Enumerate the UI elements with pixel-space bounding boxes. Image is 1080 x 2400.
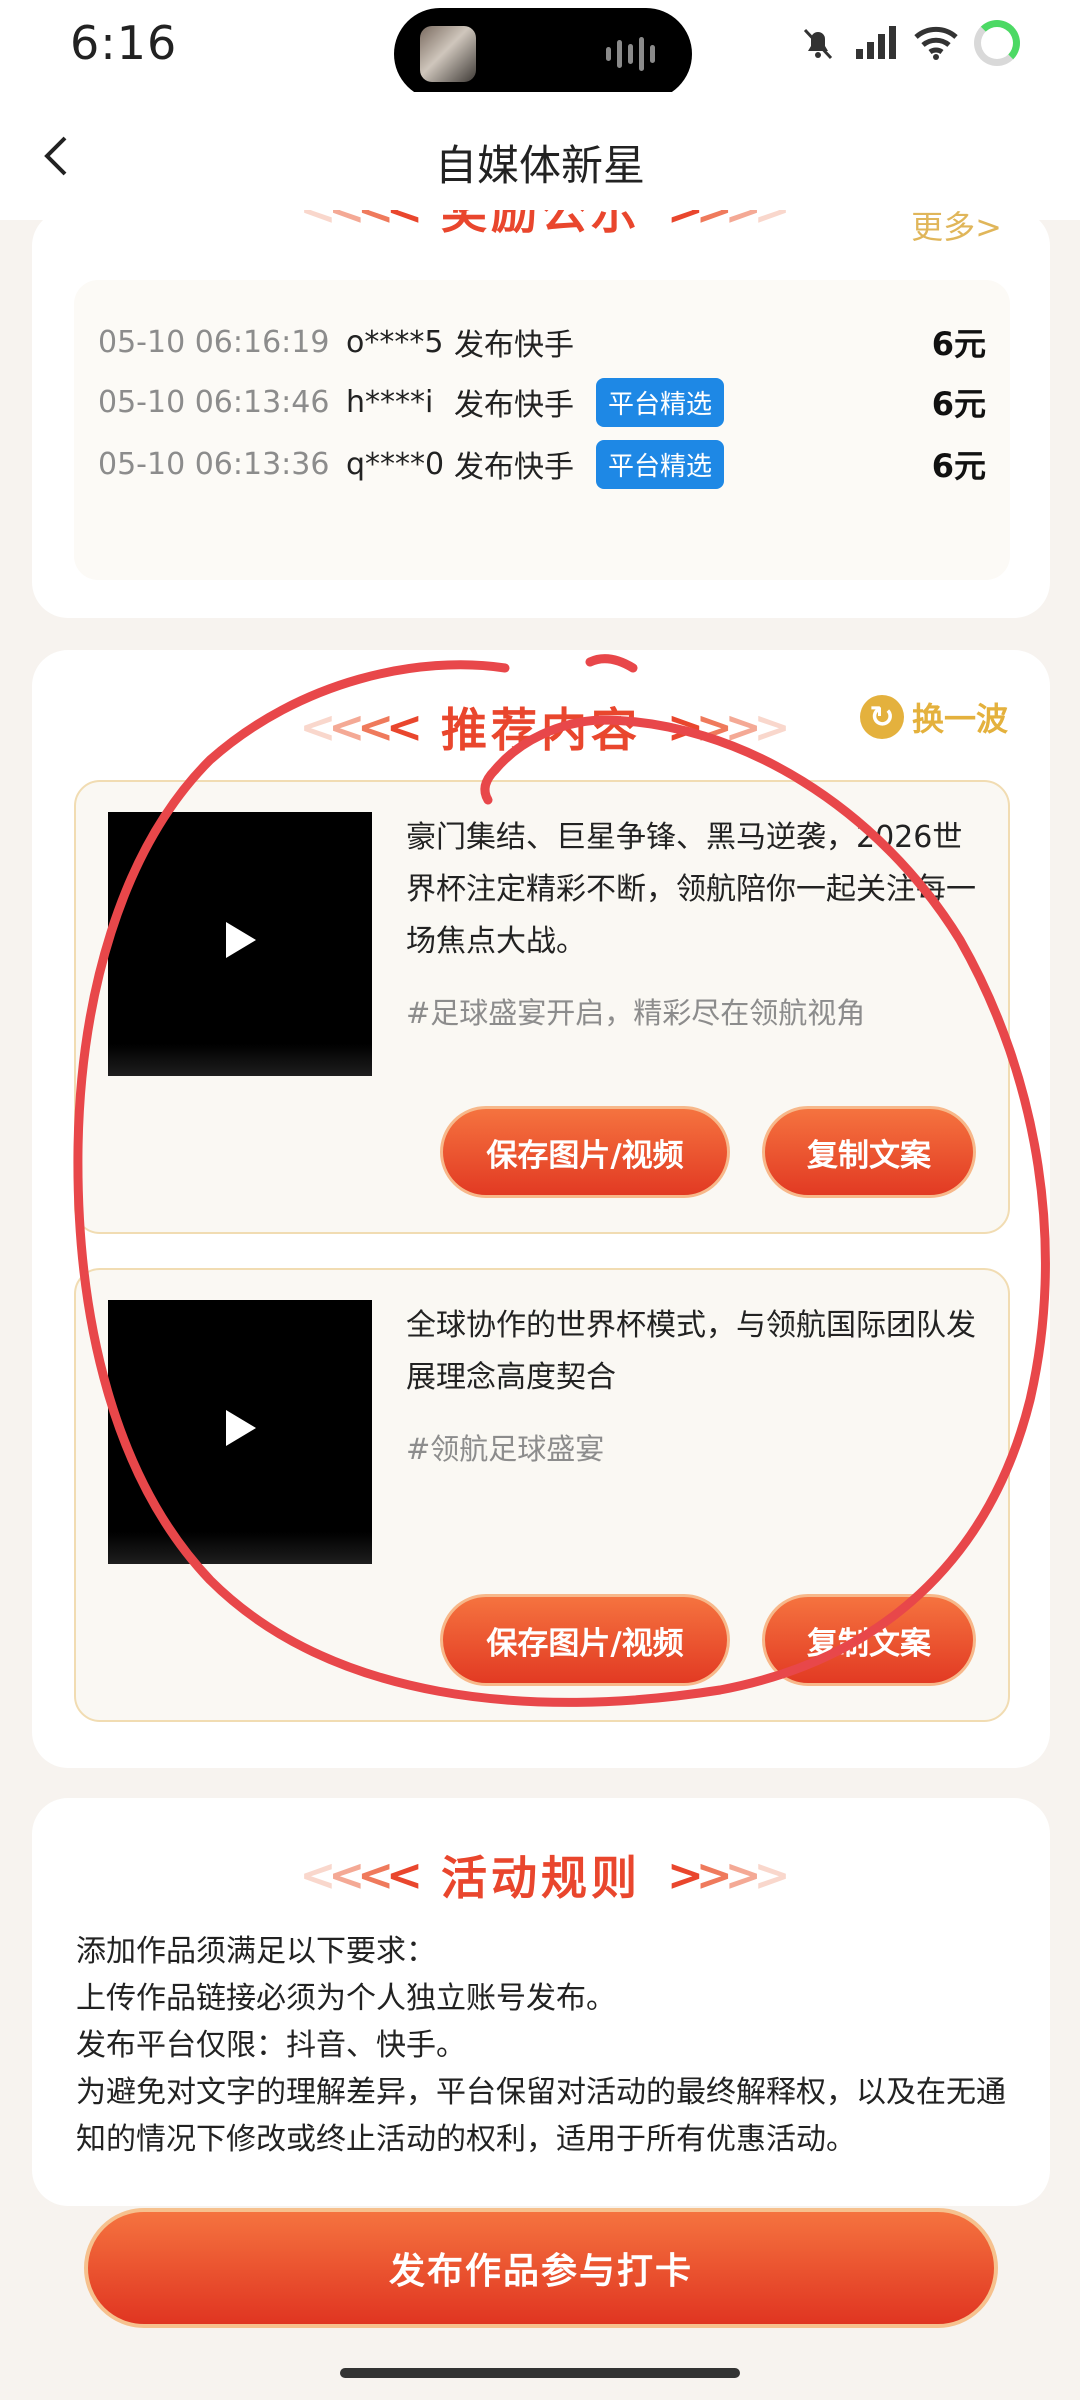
chevrons-left-icon: <<<< <box>299 1849 423 1901</box>
swap-button[interactable]: ↻ 换一波 <box>859 694 1008 740</box>
post-hashtag: #领航足球盛宴 <box>406 1432 605 1466</box>
featured-badge: 平台精选 <box>596 377 725 427</box>
refresh-icon: ↻ <box>859 695 904 739</box>
signal-icon <box>856 26 896 59</box>
post-item: 全球协作的世界杯模式，与领航国际团队发展理念高度契合 #领航足球盛宴 保存图片/… <box>74 1268 1010 1722</box>
winner-amount: 6元 <box>931 325 986 363</box>
winner-row: 05-10 06:13:46 h****i 发布快手 平台精选 6元 <box>98 374 986 430</box>
rules-line: 发布平台仅限：抖音、快手。 <box>76 2028 466 2063</box>
winners-card: <<<< 奖励公示 >>>> 更多> 05-10 06:16:19 o****5… <box>32 210 1050 618</box>
video-thumbnail[interactable] <box>108 1300 372 1564</box>
page-title: 自媒体新星 <box>434 141 645 190</box>
status-time: 6:16 <box>70 16 178 70</box>
publish-checkin-button[interactable]: 发布作品参与打卡 <box>84 2208 998 2328</box>
wifi-icon <box>914 26 958 60</box>
winners-title: 奖励公示 <box>441 210 641 239</box>
save-media-button[interactable]: 保存图片/视频 <box>440 1594 730 1686</box>
winner-row: 05-10 06:13:36 q****0 发布快手 平台精选 6元 <box>98 436 986 492</box>
winner-desc: 发布快手 <box>454 450 574 485</box>
winner-time: 05-10 06:16:19 <box>98 324 330 360</box>
rules-title: 活动规则 <box>441 1851 641 1905</box>
winner-user: h****i <box>346 384 434 420</box>
winners-header: <<<< 奖励公示 >>>> 更多> <box>32 210 1050 246</box>
home-indicator[interactable] <box>340 2368 740 2378</box>
battery-ring-icon <box>974 20 1020 66</box>
rules-text: 添加作品须满足以下要求： 上传作品链接必须为个人独立账号发布。 发布平台仅限：抖… <box>76 1928 1016 2163</box>
featured-badge: 平台精选 <box>596 439 725 489</box>
save-media-button[interactable]: 保存图片/视频 <box>440 1106 730 1198</box>
winner-time: 05-10 06:13:46 <box>98 384 330 420</box>
chevrons-right-icon: >>>> <box>667 1849 790 1901</box>
winner-amount: 6元 <box>931 385 986 423</box>
bell-muted-icon <box>803 28 833 60</box>
rules-line: 添加作品须满足以下要求： <box>76 1934 436 1969</box>
rules-header: <<<< 活动规则 >>>> <box>32 1842 1050 1908</box>
more-link[interactable]: 更多> <box>911 210 1002 246</box>
dynamic-island[interactable] <box>394 8 692 100</box>
now-playing-thumbnail <box>420 26 476 82</box>
winner-amount: 6元 <box>931 447 986 485</box>
winner-user: q****0 <box>346 446 445 482</box>
post-text: 豪门集结、巨星争锋、黑马逆袭，2026世界杯注定精彩不断，领航陪你一起关注每一场… <box>406 820 976 959</box>
play-icon <box>226 1410 256 1446</box>
winner-user: o****5 <box>346 324 444 360</box>
post-text: 全球协作的世界杯模式，与领航国际团队发展理念高度契合 <box>406 1308 976 1395</box>
post-hashtag: #足球盛宴开启，精彩尽在领航视角 <box>406 996 866 1030</box>
winner-desc: 发布快手 <box>454 328 574 363</box>
video-thumbnail[interactable] <box>108 812 372 1076</box>
rules-line: 为避免对文字的理解差异，平台保留对活动的最终解释权，以及在无通知的情况下修改或终… <box>76 2075 1006 2157</box>
rules-line: 上传作品链接必须为个人独立账号发布。 <box>76 1981 616 2016</box>
rules-card: <<<< 活动规则 >>>> 添加作品须满足以下要求： 上传作品链接必须为个人独… <box>32 1798 1050 2206</box>
chevrons-left-icon: <<<< <box>300 210 423 235</box>
play-icon <box>226 922 256 958</box>
audio-wave-icon <box>606 36 658 72</box>
post-item: 豪门集结、巨星争锋、黑马逆袭，2026世界杯注定精彩不断，领航陪你一起关注每一场… <box>74 780 1010 1234</box>
status-icons <box>798 20 1020 66</box>
recommend-title: 推荐内容 <box>441 703 641 757</box>
winners-list: 05-10 06:16:19 o****5 发布快手 6元 05-10 06:1… <box>74 280 1010 580</box>
swap-label: 换一波 <box>911 700 1008 738</box>
copy-text-button[interactable]: 复制文案 <box>762 1594 976 1686</box>
recommend-card: <<<< 推荐内容 >>>> ↻ 换一波 豪门集结、巨星争锋、黑马逆袭，2026… <box>32 650 1050 1768</box>
winner-row: 05-10 06:16:19 o****5 发布快手 6元 <box>98 314 986 370</box>
winner-desc: 发布快手 <box>454 388 574 423</box>
copy-text-button[interactable]: 复制文案 <box>762 1106 976 1198</box>
winner-time: 05-10 06:13:36 <box>98 446 330 482</box>
status-bar: 6:16 <box>0 0 1080 100</box>
nav-bar: 自媒体新星 <box>0 92 1080 220</box>
chevrons-right-icon: >>>> <box>667 210 790 235</box>
chevrons-left-icon: <<<< <box>299 701 423 753</box>
chevrons-right-icon: >>>> <box>667 701 790 753</box>
